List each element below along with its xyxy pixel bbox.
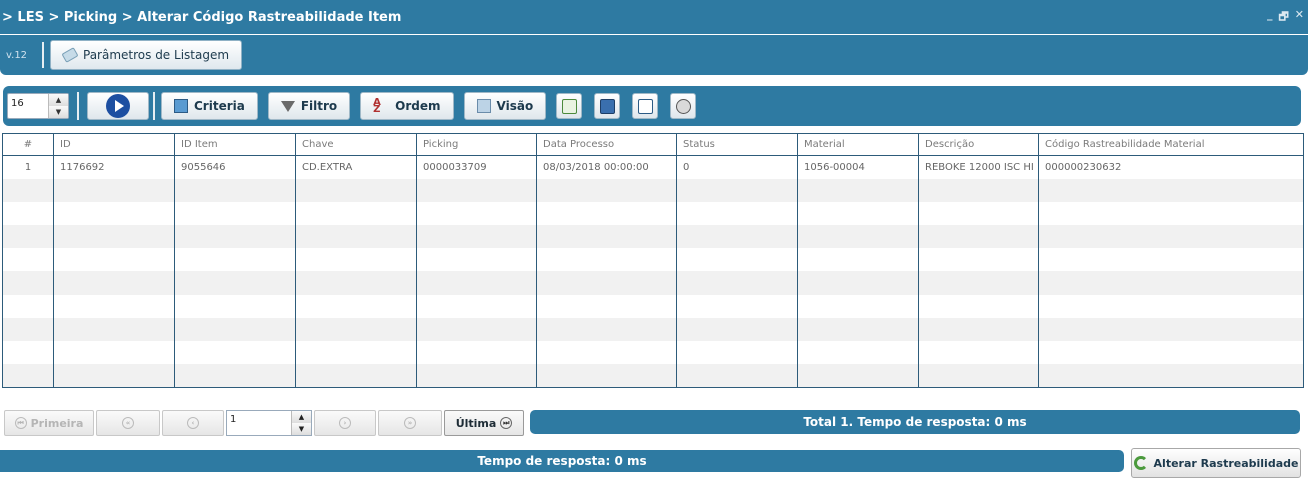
table-cell: 0000033709 (416, 155, 537, 179)
empty-row (2, 341, 1304, 365)
change-traceability-button[interactable]: Alterar Rastreabilidade (1131, 448, 1301, 478)
code-button[interactable] (632, 93, 659, 119)
close-icon[interactable]: ✕ (1295, 8, 1304, 27)
save-button[interactable] (594, 93, 621, 119)
empty-row (2, 364, 1304, 388)
table-cell: 000000230632 (1038, 155, 1304, 179)
table-cell: REBOKE 12000 ISC HI (918, 155, 1039, 179)
page-number-value[interactable]: 1 (227, 411, 291, 435)
criteria-button[interactable]: Criteria (161, 92, 258, 120)
page-number-stepper[interactable]: 1 ▲ ▼ (226, 410, 312, 436)
total-text: Total 1. Tempo de resposta: 0 ms (803, 415, 1027, 429)
fast-forward-button[interactable]: » (378, 410, 442, 436)
table-cell: 1176692 (53, 155, 175, 179)
view-button[interactable]: Visão (463, 92, 547, 120)
fast-forward-icon: » (404, 417, 416, 429)
order-button[interactable]: AZ Ordem (360, 92, 454, 120)
page-size-stepper[interactable]: 16 ▲ ▼ (7, 93, 69, 119)
empty-row (2, 294, 1304, 318)
stepper-up-icon[interactable]: ▲ (49, 94, 68, 106)
criteria-icon (174, 99, 188, 113)
stepper-down-icon[interactable]: ▼ (49, 106, 68, 118)
tab-bar: v.12 Parâmetros de Listagem (0, 35, 1308, 75)
column-header[interactable]: ID Item (174, 133, 296, 156)
last-page-icon: ⏭ (500, 417, 513, 429)
change-traceability-label: Alterar Rastreabilidade (1153, 456, 1299, 470)
rewind-button[interactable]: « (96, 410, 160, 436)
column-header[interactable]: ID (53, 133, 175, 156)
empty-row (2, 225, 1304, 249)
last-page-label: Última (455, 416, 497, 430)
breadcrumb: > LES > Picking > Alterar Código Rastrea… (2, 9, 402, 25)
previous-page-button[interactable]: ‹ (162, 410, 224, 436)
column-header[interactable]: Status (676, 133, 798, 156)
empty-row (2, 271, 1304, 295)
minimize-icon[interactable]: _ (1267, 8, 1273, 27)
filter-label: Filtro (300, 99, 338, 113)
empty-row (2, 317, 1304, 341)
tab-listing-parameters[interactable]: Parâmetros de Listagem (50, 40, 243, 70)
table-cell: 08/03/2018 00:00:00 (536, 155, 677, 179)
view-label: Visão (496, 99, 534, 113)
response-time-text: Tempo de resposta: 0 ms (477, 454, 647, 468)
funnel-icon (280, 100, 295, 112)
results-table: # ID ID Item Chave Picking Data Processo… (2, 133, 1304, 388)
code-icon (637, 98, 653, 114)
stepper-down-icon[interactable]: ▼ (292, 423, 311, 435)
filter-button[interactable]: Filtro (267, 92, 351, 120)
function-icon (675, 98, 691, 114)
export-button[interactable] (556, 93, 583, 119)
table-cell: 1 (2, 155, 54, 179)
first-page-label: Primeira (30, 416, 84, 430)
next-page-button[interactable]: › (314, 410, 376, 436)
divider (153, 92, 155, 120)
column-header[interactable]: Descrição (918, 133, 1039, 156)
table-cell: CD.EXTRA (295, 155, 417, 179)
next-icon: › (339, 417, 351, 429)
divider (77, 92, 79, 120)
column-header[interactable]: Material (797, 133, 919, 156)
column-header[interactable]: # (2, 133, 54, 156)
table-cell: 1056-00004 (797, 155, 919, 179)
sort-az-icon: AZ (373, 97, 381, 115)
empty-row (2, 248, 1304, 272)
column-header[interactable]: Data Processo (536, 133, 677, 156)
divider (42, 42, 44, 68)
previous-icon: ‹ (187, 417, 199, 429)
restore-icon[interactable]: 🗗 (1278, 8, 1288, 27)
toolbar: 16 ▲ ▼ Criteria Filtro AZ Ordem Visão (3, 86, 1301, 126)
stepper-up-icon[interactable]: ▲ (292, 411, 311, 423)
last-page-button[interactable]: Última ⏭ (444, 410, 524, 436)
first-page-button[interactable]: ⏮ Primeira (4, 410, 94, 436)
column-header[interactable]: Picking (416, 133, 537, 156)
version-label: v.12 (6, 49, 28, 61)
table-row[interactable]: 1 1176692 9055646 CD.EXTRA 0000033709 08… (2, 155, 1304, 179)
refresh-icon (1133, 456, 1148, 470)
order-label: Ordem (395, 99, 441, 113)
pagination: ⏮ Primeira « ‹ 1 ▲ ▼ › » Última ⏭ (4, 410, 526, 436)
view-icon (476, 99, 491, 113)
floppy-disk-icon (599, 98, 615, 114)
window-titlebar: > LES > Picking > Alterar Código Rastrea… (0, 0, 1308, 34)
column-header[interactable]: Chave (295, 133, 417, 156)
first-page-icon: ⏮ (14, 417, 27, 429)
tag-icon (61, 47, 79, 63)
empty-row (2, 178, 1304, 202)
function-button[interactable] (670, 93, 697, 119)
spreadsheet-icon (561, 98, 577, 114)
run-button[interactable] (87, 92, 149, 120)
table-cell: 0 (676, 155, 798, 179)
table-header-row: # ID ID Item Chave Picking Data Processo… (2, 133, 1304, 156)
tab-label: Parâmetros de Listagem (83, 48, 230, 62)
empty-row (2, 201, 1304, 226)
response-status-bar: Tempo de resposta: 0 ms (0, 450, 1124, 472)
criteria-label: Criteria (194, 99, 245, 113)
table-cell: 9055646 (174, 155, 296, 179)
play-icon (106, 94, 130, 118)
page-size-value[interactable]: 16 (8, 94, 48, 118)
total-status-bar: Total 1. Tempo de resposta: 0 ms (530, 410, 1300, 434)
rewind-icon: « (122, 417, 134, 429)
column-header[interactable]: Código Rastreabilidade Material (1038, 133, 1304, 156)
